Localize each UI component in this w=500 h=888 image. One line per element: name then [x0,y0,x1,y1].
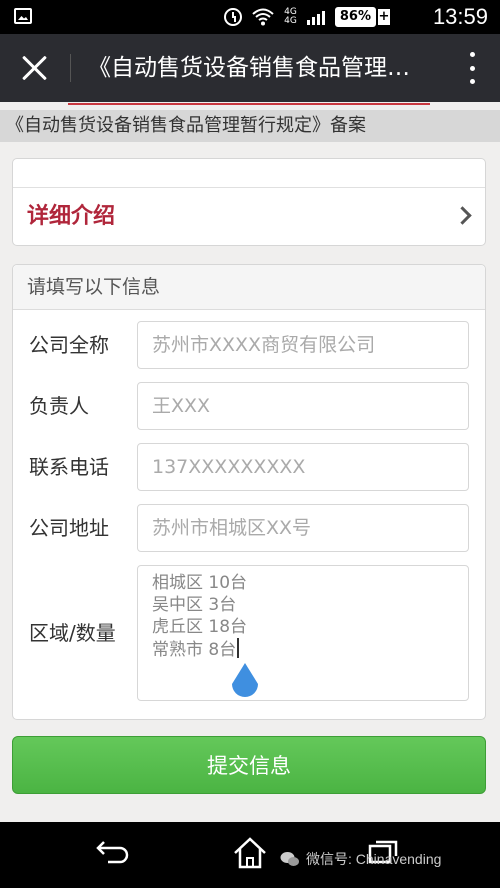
more-options-icon[interactable] [466,52,478,84]
company-label: 公司全称 [29,333,109,357]
form-row-contact: 负责人 [13,382,485,432]
chevron-right-icon [453,206,472,225]
form-header-text: 请填写以下信息 [27,276,161,298]
submit-button[interactable]: 提交信息 [12,736,486,794]
watermark-text: 微信号: Chinavending [306,851,442,867]
form-row-phone: 联系电话 [13,443,485,493]
network-type: 4G 4G [284,7,297,26]
text-caret [237,638,240,658]
form-row-address: 公司地址 [13,504,485,554]
detail-card: 详细介绍 [12,158,486,246]
charging-icon: + [378,9,390,25]
address-input[interactable] [137,504,469,552]
image-notification-icon [14,8,32,24]
cursor-handle-icon[interactable] [230,662,260,700]
page-title: 《自动售货设备销售食品管理暂行规定》备案 [88,55,428,81]
watermark: 微信号: Chinavending [280,850,441,868]
close-icon[interactable] [12,46,56,90]
home-icon[interactable] [232,836,268,874]
status-icons: 4G 4G 86% + [224,6,390,28]
form-card: 请填写以下信息 公司全称 负责人 联系电话 公司地址 区域/数量 相城区 10台… [12,264,486,720]
address-label: 公司地址 [29,516,109,540]
alarm-icon [224,8,243,26]
clock: 13:59 [432,4,488,29]
wifi-icon [252,8,274,26]
phone-input[interactable] [137,443,469,491]
detail-link[interactable]: 详细介绍 [13,188,485,246]
wechat-icon [280,852,299,866]
region-label: 区域/数量 [29,621,116,645]
company-name-input[interactable] [137,321,469,369]
title-bar: 《自动售货设备销售食品管理暂行规定》备案 [0,34,500,102]
signal-icon [306,9,325,25]
detail-label: 详细介绍 [27,204,116,229]
region-line-last: 常熟市 8台 [152,638,454,661]
region-line: 常熟市 8台 [152,640,237,660]
region-quantity-textarea[interactable]: 相城区 10台 吴中区 3台 虎丘区 18台 常熟市 8台 [137,565,469,701]
battery-icon: 86% + [334,7,390,27]
title-divider [70,54,71,82]
contact-label: 负责人 [29,394,89,418]
navigation-bar: 微信号: Chinavending [0,822,500,888]
page-content: 《自动售货设备销售食品管理暂行规定》备案 详细介绍 请填写以下信息 公司全称 负… [0,102,500,822]
battery-level: 86% [334,7,376,27]
form-row-company: 公司全称 [13,321,485,371]
loading-progress-bar [68,103,430,105]
status-bar: 4G 4G 86% + 13:59 [0,0,500,34]
banner: 《自动售货设备销售食品管理暂行规定》备案 [0,110,500,142]
form-header: 请填写以下信息 [13,265,485,310]
detail-card-top [13,159,485,188]
contact-person-input[interactable] [137,382,469,430]
region-line: 吴中区 3台 [152,595,237,615]
back-icon[interactable] [96,838,130,868]
phone-label: 联系电话 [29,455,109,479]
region-line: 虎丘区 18台 [152,617,248,637]
banner-text: 《自动售货设备销售食品管理暂行规定》备案 [6,115,366,136]
region-line: 相城区 10台 [152,573,248,593]
form-row-region: 区域/数量 相城区 10台 吴中区 3台 虎丘区 18台 常熟市 8台 [13,565,485,703]
